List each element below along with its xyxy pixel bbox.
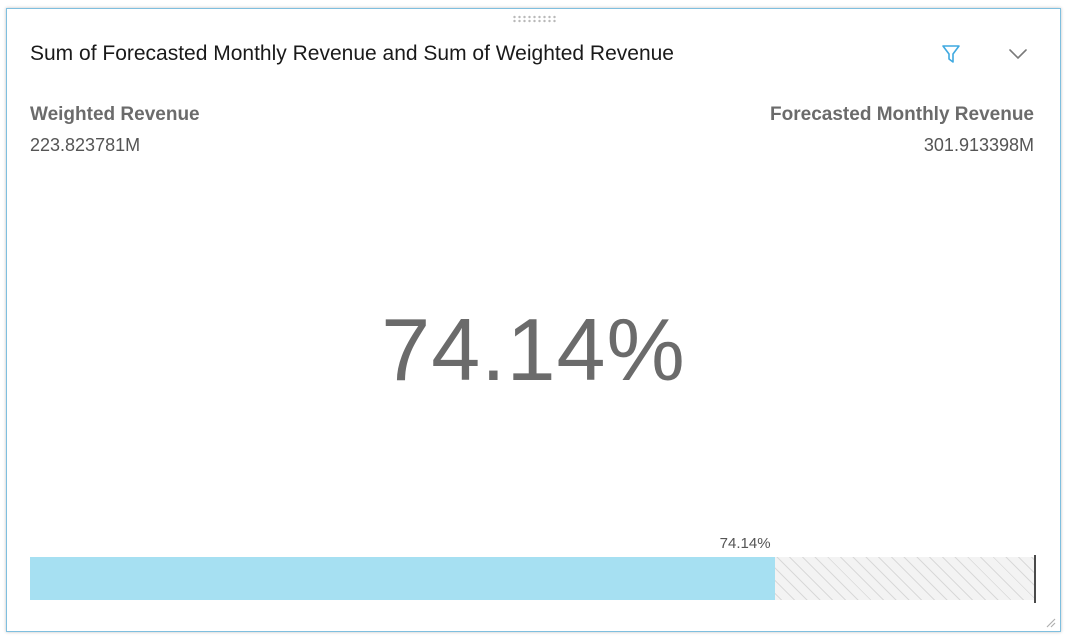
chevron-down-icon[interactable]	[1005, 41, 1031, 67]
kpi-visual-card[interactable]: Sum of Forecasted Monthly Revenue and Su…	[6, 8, 1061, 632]
progress-bar-track	[30, 557, 1035, 600]
resize-grip-icon[interactable]	[1044, 615, 1056, 628]
forecasted-revenue-value: 301.913398M	[923, 135, 1034, 155]
weighted-revenue-value: 223.823781M	[30, 135, 141, 155]
progress-bar-fill	[30, 557, 776, 600]
progress-bar-target-marker	[1034, 555, 1036, 603]
kpi-percentage: 74.14%	[381, 300, 686, 399]
drag-handle-icon[interactable]	[512, 15, 558, 23]
weighted-revenue-label: Weighted Revenue	[30, 104, 200, 125]
visual-title: Sum of Forecasted Monthly Revenue and Su…	[30, 42, 674, 65]
forecasted-revenue-label: Forecasted Monthly Revenue	[770, 104, 1034, 125]
progress-bar-label: 74.14%	[719, 535, 771, 552]
filter-icon[interactable]	[938, 41, 964, 67]
